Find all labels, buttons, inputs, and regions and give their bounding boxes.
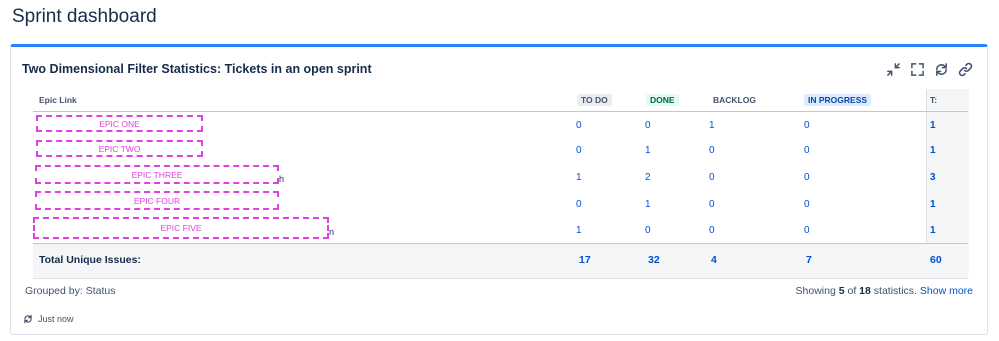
cell-done[interactable]: 2 (645, 172, 651, 183)
epic-link[interactable]: EPIC FIVE (33, 217, 329, 239)
refreshed-time: Just now (38, 314, 74, 324)
cell-total[interactable]: 1 (930, 145, 936, 156)
totals-row: Total Unique Issues: 17 32 4 7 60 (33, 243, 968, 279)
cell-backlog[interactable]: 0 (709, 172, 715, 183)
table-row: EPIC FOUR 0 1 0 0 1 (33, 191, 968, 216)
table-row: EPIC FIVE n 1 0 0 0 1 (33, 216, 968, 241)
cell-total[interactable]: 1 (930, 225, 936, 236)
statistics-summary: Showing 5 of 18 statistics. Show more (796, 285, 973, 297)
in-progress-lozenge: IN PROGRESS (804, 94, 872, 106)
table-row: EPIC TWO 0 1 0 0 1 (33, 140, 968, 165)
minimize-icon[interactable] (885, 61, 901, 77)
showing-of: of (847, 285, 857, 297)
cell-in-progress[interactable]: 0 (804, 225, 810, 236)
epic-link[interactable]: EPIC THREE (35, 165, 279, 184)
refresh-icon[interactable] (933, 61, 949, 77)
table-row: EPIC THREE h 1 2 0 0 3 (33, 165, 968, 190)
header-backlog[interactable]: BACKLOG (709, 94, 760, 106)
link-icon[interactable] (957, 61, 973, 77)
fullscreen-icon[interactable] (909, 61, 925, 77)
two-dimensional-filter-gadget: Two Dimensional Filter Statistics: Ticke… (10, 44, 988, 335)
total-in-progress[interactable]: 7 (806, 254, 812, 266)
gadget-actions (885, 61, 973, 77)
todo-lozenge: TO DO (577, 94, 612, 106)
header-total: T: (930, 95, 938, 105)
backlog-lozenge: BACKLOG (709, 94, 760, 106)
total-backlog[interactable]: 4 (711, 254, 717, 266)
cell-done[interactable]: 1 (645, 145, 651, 156)
showing-suffix: statistics. (873, 285, 917, 297)
epic-trailing-text: h (279, 174, 285, 184)
cell-in-progress[interactable]: 0 (804, 120, 810, 131)
header-divider (33, 111, 968, 112)
last-refreshed[interactable]: Just now (23, 314, 74, 324)
header-epic-link: Epic Link (39, 95, 77, 105)
epic-link[interactable]: EPIC TWO (36, 140, 203, 157)
cell-todo[interactable]: 1 (576, 225, 582, 236)
cell-in-progress[interactable]: 0 (804, 172, 810, 183)
total-all[interactable]: 60 (930, 254, 942, 266)
cell-todo[interactable]: 0 (576, 120, 582, 131)
cell-todo[interactable]: 0 (576, 199, 582, 210)
cell-done[interactable]: 0 (645, 225, 651, 236)
done-lozenge: DONE (646, 94, 679, 106)
page-title: Sprint dashboard (12, 6, 157, 27)
total-todo[interactable]: 17 (579, 254, 591, 266)
show-more-link[interactable]: Show more (920, 285, 973, 297)
cell-in-progress[interactable]: 0 (804, 199, 810, 210)
showing-total: 18 (859, 285, 871, 297)
cell-todo[interactable]: 0 (576, 145, 582, 156)
totals-label: Total Unique Issues: (39, 254, 141, 266)
gadget-title: Two Dimensional Filter Statistics: Ticke… (22, 62, 372, 76)
table-row: EPIC ONE 0 0 1 0 1 (33, 115, 968, 140)
header-in-progress[interactable]: IN PROGRESS (804, 94, 872, 106)
cell-todo[interactable]: 1 (576, 172, 582, 183)
cell-backlog[interactable]: 1 (709, 120, 715, 131)
epic-trailing-text: n (329, 227, 335, 237)
refresh-small-icon (24, 314, 32, 324)
cell-done[interactable]: 1 (645, 199, 651, 210)
header-done[interactable]: DONE (646, 94, 679, 106)
total-done[interactable]: 32 (648, 254, 660, 266)
cell-backlog[interactable]: 0 (709, 145, 715, 156)
cell-total[interactable]: 3 (930, 172, 936, 183)
cell-backlog[interactable]: 0 (709, 199, 715, 210)
showing-count: 5 (838, 285, 845, 297)
cell-in-progress[interactable]: 0 (804, 145, 810, 156)
header-todo[interactable]: TO DO (577, 94, 612, 106)
epic-link[interactable]: EPIC ONE (36, 115, 203, 132)
cell-total[interactable]: 1 (930, 199, 936, 210)
cell-done[interactable]: 0 (645, 120, 651, 131)
cell-backlog[interactable]: 0 (709, 225, 715, 236)
epic-link[interactable]: EPIC FOUR (35, 191, 279, 210)
cell-total[interactable]: 1 (930, 120, 936, 131)
grouped-by-label: Grouped by: Status (25, 285, 116, 297)
showing-prefix: Showing (795, 285, 836, 297)
